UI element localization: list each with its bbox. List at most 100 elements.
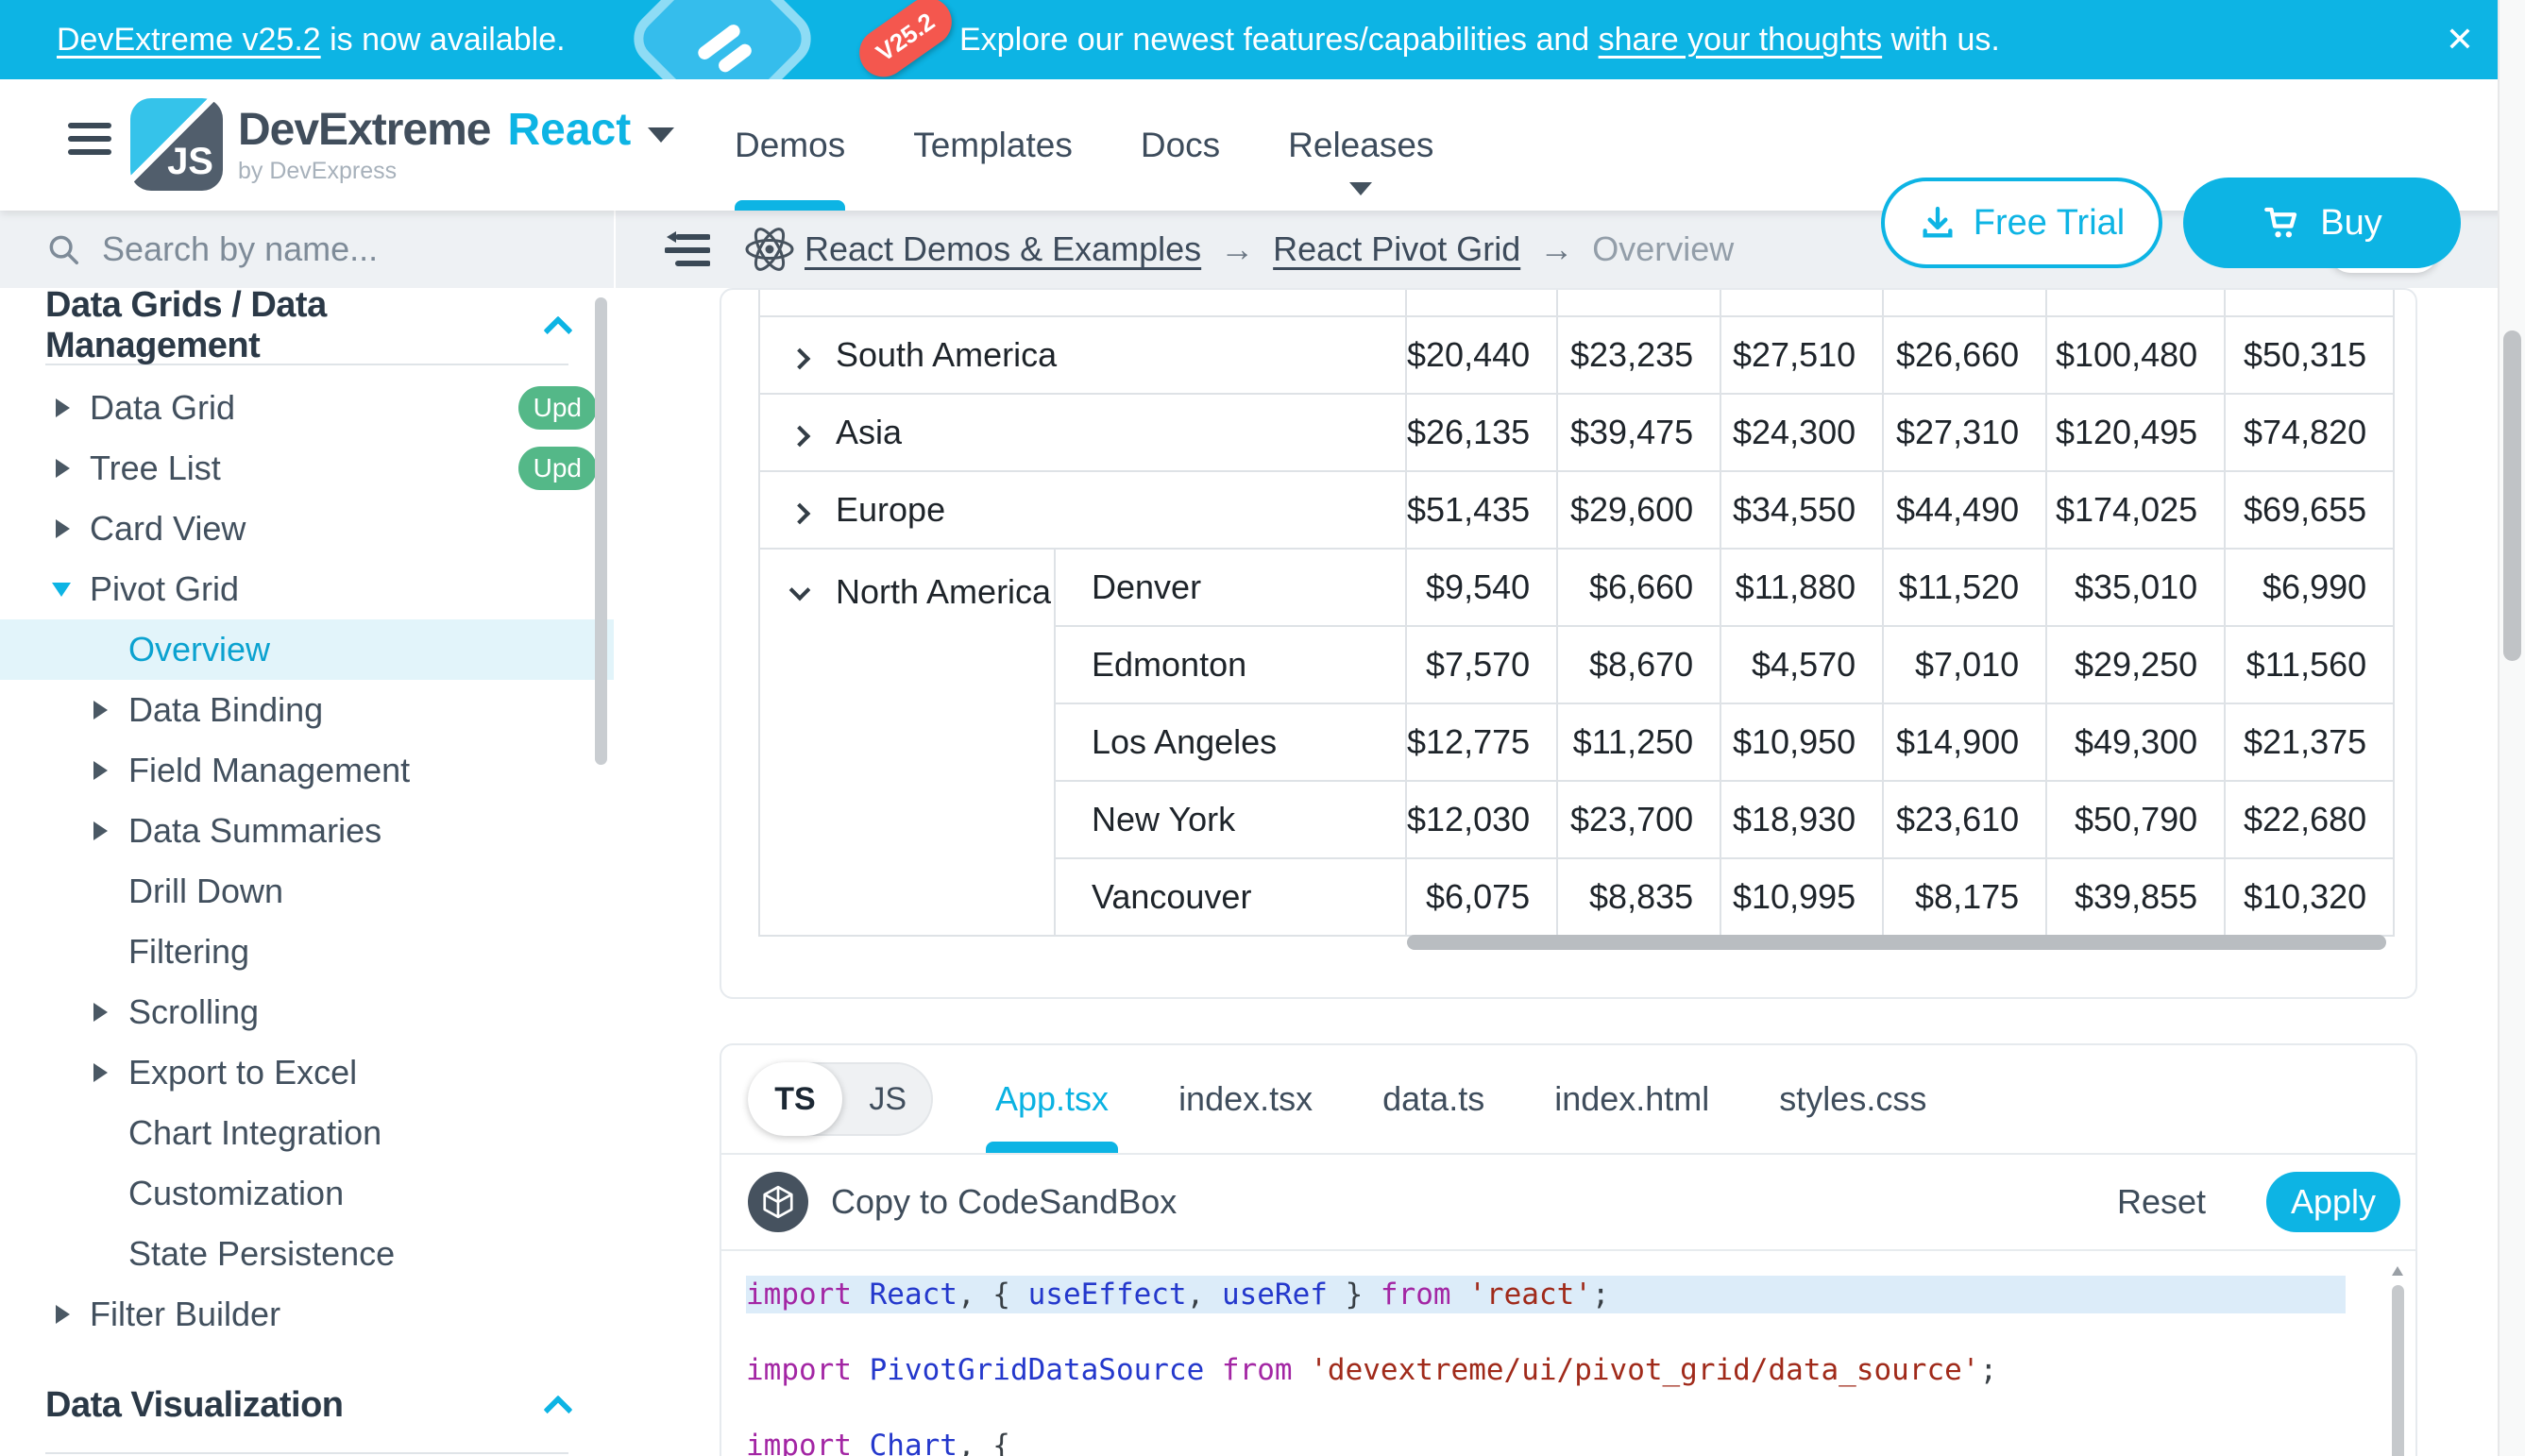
breadcrumb-pivot-grid-link[interactable]: React Pivot Grid bbox=[1273, 229, 1520, 269]
pivot-cell[interactable]: $100,480 bbox=[2046, 316, 2225, 394]
pivot-cell[interactable]: $8,835 bbox=[1557, 858, 1720, 936]
pivot-cell[interactable]: $69,655 bbox=[2225, 471, 2394, 549]
banner-close-icon[interactable]: ✕ bbox=[2432, 0, 2488, 79]
tab-app-tsx[interactable]: App.tsx bbox=[995, 1045, 1109, 1153]
hamburger-menu-icon[interactable] bbox=[68, 123, 111, 162]
pivot-cell[interactable]: $34,550 bbox=[1720, 471, 1883, 549]
nav-demos[interactable]: Demos bbox=[735, 79, 845, 211]
pivot-cell[interactable]: $39,855 bbox=[2046, 858, 2225, 936]
sidebar-search[interactable] bbox=[0, 211, 614, 288]
pivot-cell[interactable]: $49,300 bbox=[2046, 703, 2225, 781]
city-cell[interactable]: Los Angeles bbox=[1055, 703, 1406, 781]
tab-index-tsx[interactable]: index.tsx bbox=[1178, 1045, 1313, 1153]
free-trial-button[interactable]: Free Trial bbox=[1881, 178, 2162, 268]
row-header-cell[interactable]: Europe bbox=[759, 471, 1406, 549]
sidebar-item-data-grid[interactable]: Data Grid Upd bbox=[0, 378, 614, 438]
sidebar-item-state-persistence[interactable]: State Persistence bbox=[0, 1224, 614, 1284]
section-data-visualization[interactable]: Data Visualization bbox=[0, 1367, 614, 1443]
pivot-cell[interactable]: $29,250 bbox=[2046, 626, 2225, 703]
apply-button[interactable]: Apply bbox=[2266, 1172, 2400, 1232]
pivot-cell[interactable]: $27,310 bbox=[1883, 394, 2046, 471]
pivot-cell[interactable]: $11,880 bbox=[1720, 549, 1883, 626]
pivot-cell[interactable]: $22,680 bbox=[2225, 781, 2394, 858]
nav-releases[interactable]: Releases bbox=[1288, 79, 1433, 211]
pivot-cell[interactable]: $20,440 bbox=[1406, 316, 1557, 394]
pivot-cell[interactable]: $11,560 bbox=[2225, 626, 2394, 703]
pivot-cell[interactable]: $12,030 bbox=[1406, 781, 1557, 858]
brand-block[interactable]: DevExtreme React by DevExpress bbox=[238, 104, 674, 185]
pivot-cell[interactable]: $24,300 bbox=[1720, 394, 1883, 471]
section-data-grids[interactable]: Data Grids / Data Management bbox=[0, 288, 614, 364]
copy-to-codesandbox-label[interactable]: Copy to CodeSandBox bbox=[831, 1182, 1177, 1222]
language-toggle-js[interactable]: JS bbox=[869, 1064, 907, 1134]
pivot-cell[interactable]: $27,510 bbox=[1720, 316, 1883, 394]
expand-chevron-icon[interactable] bbox=[789, 503, 811, 525]
share-thoughts-link[interactable]: share your thoughts bbox=[1599, 22, 1883, 58]
pivot-cell[interactable]: $8,670 bbox=[1557, 626, 1720, 703]
pivot-horizontal-scrollbar[interactable] bbox=[1407, 935, 2386, 950]
city-cell[interactable]: New York bbox=[1055, 781, 1406, 858]
pivot-cell[interactable]: $14,900 bbox=[1883, 703, 2046, 781]
expand-chevron-icon[interactable] bbox=[789, 426, 811, 448]
pivot-cell[interactable]: $7,570 bbox=[1406, 626, 1557, 703]
sidebar-item-pivot-grid[interactable]: Pivot Grid bbox=[0, 559, 614, 619]
city-cell[interactable]: Edmonton bbox=[1055, 626, 1406, 703]
sidebar-scrollbar[interactable] bbox=[595, 297, 607, 765]
row-header-cell-north-america[interactable]: North America bbox=[759, 549, 1055, 936]
pivot-cell[interactable]: $11,520 bbox=[1883, 549, 2046, 626]
tab-data-ts[interactable]: data.ts bbox=[1382, 1045, 1484, 1153]
sidebar-item-export-to-excel[interactable]: Export to Excel bbox=[0, 1042, 614, 1103]
pivot-cell[interactable]: $10,950 bbox=[1720, 703, 1883, 781]
tab-index-html[interactable]: index.html bbox=[1554, 1045, 1709, 1153]
nav-docs[interactable]: Docs bbox=[1141, 79, 1220, 211]
code-editor[interactable]: import React, { useEffect, useRef } from… bbox=[721, 1251, 2415, 1456]
codesandbox-icon[interactable] bbox=[748, 1172, 808, 1232]
pivot-cell[interactable]: $10,320 bbox=[2225, 858, 2394, 936]
search-input[interactable] bbox=[102, 229, 555, 269]
nav-templates[interactable]: Templates bbox=[913, 79, 1073, 211]
pivot-cell[interactable]: $120,495 bbox=[2046, 394, 2225, 471]
sidebar-item-filter-builder[interactable]: Filter Builder bbox=[0, 1284, 614, 1345]
pivot-cell[interactable]: $23,700 bbox=[1557, 781, 1720, 858]
pivot-cell[interactable]: $26,660 bbox=[1883, 316, 2046, 394]
pivot-cell[interactable]: $23,235 bbox=[1557, 316, 1720, 394]
sidebar-item-data-binding[interactable]: Data Binding bbox=[0, 680, 614, 740]
city-cell[interactable]: Denver bbox=[1055, 549, 1406, 626]
pivot-cell[interactable]: $4,570 bbox=[1720, 626, 1883, 703]
pivot-cell[interactable]: $29,600 bbox=[1557, 471, 1720, 549]
breadcrumb-demos-link[interactable]: React Demos & Examples bbox=[805, 229, 1201, 269]
pivot-cell[interactable]: $74,820 bbox=[2225, 394, 2394, 471]
language-toggle[interactable]: TS JS bbox=[748, 1062, 933, 1136]
buy-button[interactable]: Buy bbox=[2183, 178, 2461, 268]
sidebar-item-scrolling[interactable]: Scrolling bbox=[0, 982, 614, 1042]
pivot-cell[interactable]: $51,435 bbox=[1406, 471, 1557, 549]
page-scrollbar-thumb[interactable] bbox=[2503, 330, 2521, 661]
sidebar-item-customization[interactable]: Customization bbox=[0, 1163, 614, 1224]
code-vertical-scrollbar[interactable] bbox=[2392, 1285, 2404, 1456]
code-scrollbar-up-arrow-icon[interactable] bbox=[2392, 1266, 2403, 1276]
city-cell[interactable]: Vancouver bbox=[1055, 858, 1406, 936]
pivot-cell[interactable]: $50,790 bbox=[2046, 781, 2225, 858]
pivot-cell[interactable]: $7,010 bbox=[1883, 626, 2046, 703]
pivot-cell[interactable]: $23,610 bbox=[1883, 781, 2046, 858]
pivot-cell[interactable]: $6,990 bbox=[2225, 549, 2394, 626]
tab-styles-css[interactable]: styles.css bbox=[1779, 1045, 1926, 1153]
framework-dropdown-caret-icon[interactable] bbox=[648, 127, 674, 143]
pivot-cell[interactable]: $6,660 bbox=[1557, 549, 1720, 626]
pivot-cell[interactable]: $26,135 bbox=[1406, 394, 1557, 471]
sidebar-item-drill-down[interactable]: Drill Down bbox=[0, 861, 614, 922]
sidebar-item-tree-list[interactable]: Tree List Upd bbox=[0, 438, 614, 499]
row-header-cell[interactable]: South America bbox=[759, 316, 1406, 394]
pivot-cell[interactable]: $6,075 bbox=[1406, 858, 1557, 936]
pivot-cell[interactable]: $35,010 bbox=[2046, 549, 2225, 626]
pivot-cell[interactable]: $18,930 bbox=[1720, 781, 1883, 858]
row-header-cell[interactable]: Asia bbox=[759, 394, 1406, 471]
reset-button[interactable]: Reset bbox=[2117, 1182, 2206, 1222]
sidebar-item-chart-integration[interactable]: Chart Integration bbox=[0, 1103, 614, 1163]
sidebar-item-data-summaries[interactable]: Data Summaries bbox=[0, 801, 614, 861]
devextreme-js-logo[interactable]: JS bbox=[130, 98, 223, 191]
banner-release-link[interactable]: DevExtreme v25.2 bbox=[57, 22, 321, 58]
collapse-chevron-icon[interactable] bbox=[789, 580, 811, 601]
pivot-cell[interactable]: $12,775 bbox=[1406, 703, 1557, 781]
page-scrollbar-track[interactable] bbox=[2498, 0, 2525, 1456]
